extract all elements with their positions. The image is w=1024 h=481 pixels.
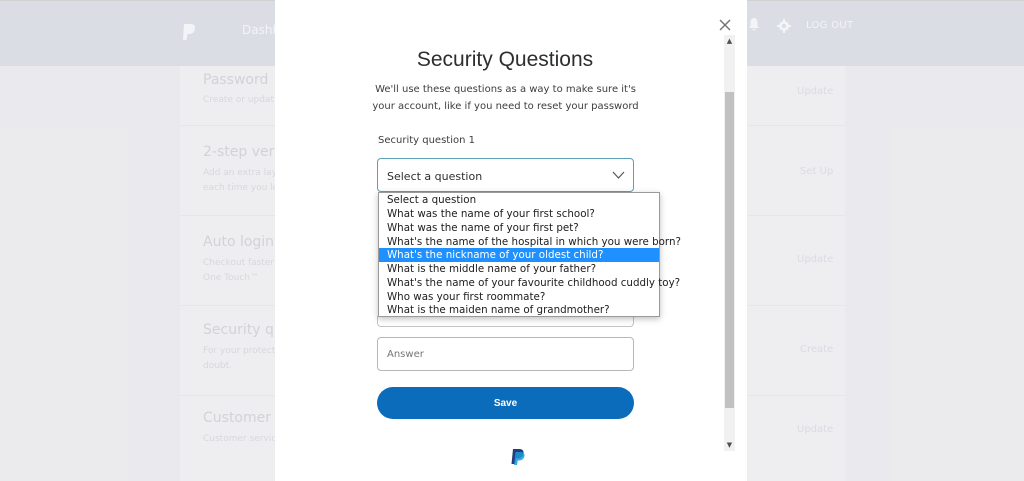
security-question-1-select[interactable]: Select a question [377, 158, 634, 192]
dropdown-option[interactable]: What is the middle name of your father? [379, 262, 659, 276]
dropdown-option[interactable]: What was the name of your first pet? [379, 221, 659, 235]
answer-input[interactable] [377, 337, 634, 371]
scroll-down-arrow-icon[interactable]: ▼ [724, 439, 735, 451]
dropdown-option[interactable]: What is the maiden name of grandmother? [379, 303, 659, 317]
dropdown-option[interactable]: What's the name of your favourite childh… [379, 276, 680, 290]
close-icon[interactable] [718, 18, 732, 32]
chevron-down-icon [612, 171, 625, 179]
save-button[interactable]: Save [377, 387, 634, 419]
dropdown-option[interactable]: What was the name of your first school? [379, 207, 659, 221]
modal-subtitle: We'll use these questions as a way to ma… [372, 84, 639, 112]
question-dropdown-list[interactable]: Select a question What was the name of y… [378, 192, 681, 317]
dropdown-option-highlighted[interactable]: What's the nickname of your oldest child… [379, 248, 659, 262]
scroll-up-arrow-icon[interactable]: ▲ [724, 35, 735, 47]
dropdown-option[interactable]: What's the name of the hospital in which… [379, 235, 681, 249]
paypal-logo-icon [511, 449, 525, 465]
select-value: Select a question [387, 170, 483, 183]
dropdown-option[interactable]: Select a question [379, 193, 659, 207]
scrollbar-thumb[interactable] [725, 92, 734, 408]
modal-title: Security Questions [416, 48, 594, 71]
modal-scrollbar[interactable]: ▲ ▼ [724, 35, 735, 451]
security-question-2-select-partial[interactable] [377, 316, 634, 327]
security-question-1-label: Security question 1 [378, 135, 475, 146]
dropdown-option[interactable]: Who was your first roommate? [379, 290, 659, 304]
